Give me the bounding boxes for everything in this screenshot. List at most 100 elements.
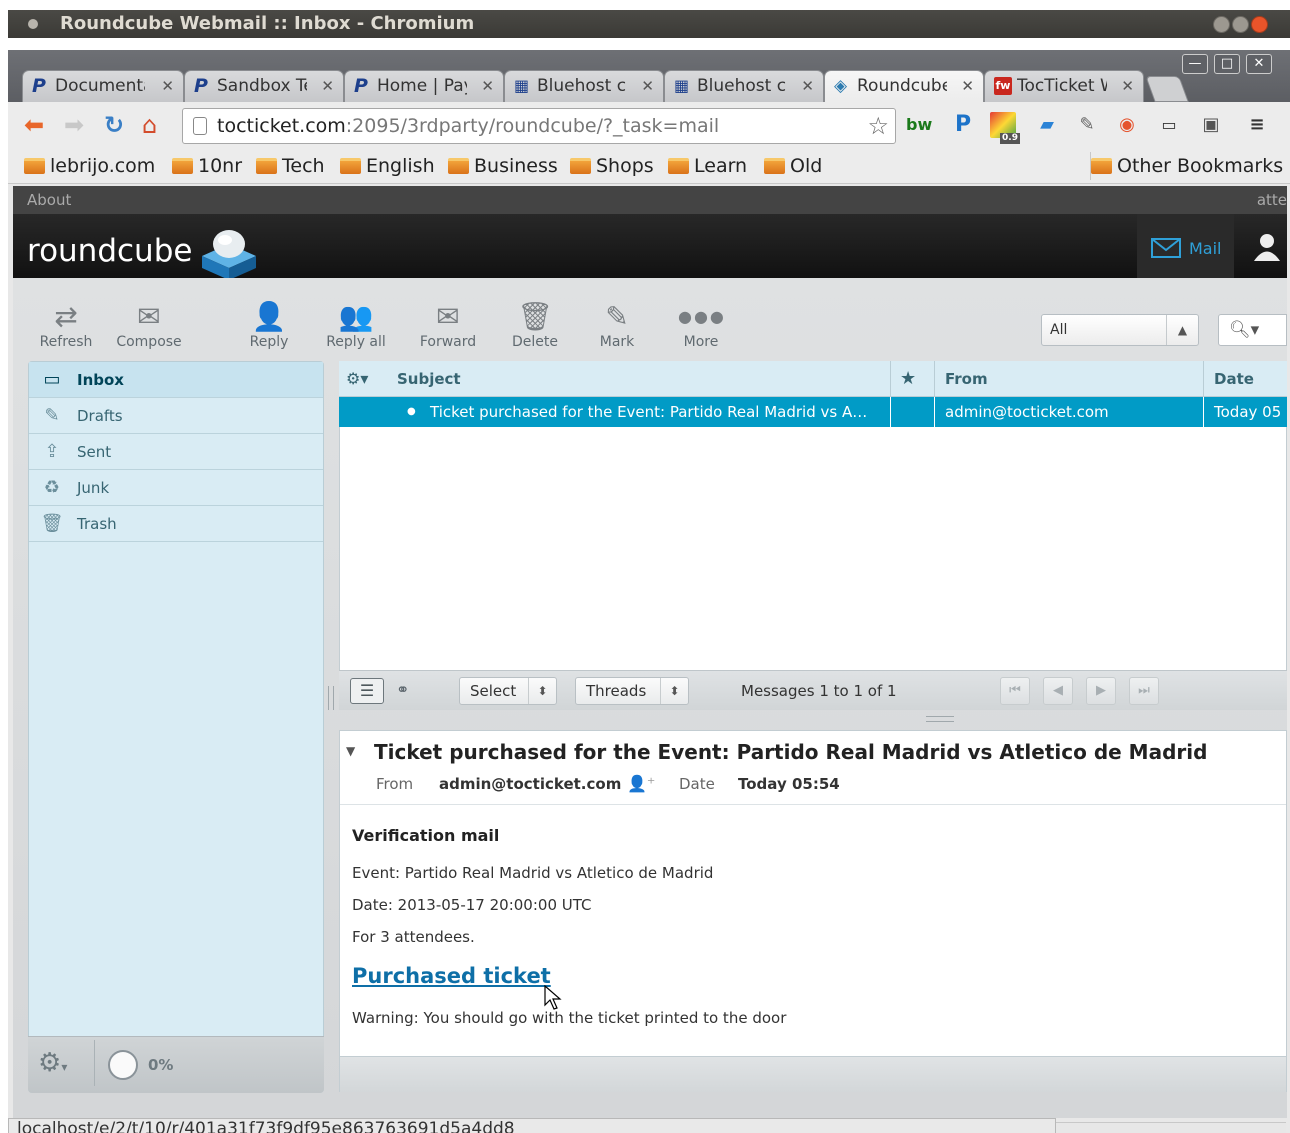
tag-extension-icon[interactable]: ▣	[1198, 112, 1224, 138]
folder-trash[interactable]: 🗑 Trash	[29, 506, 323, 542]
ruler-icon[interactable]: ▭	[1156, 112, 1182, 138]
list-view-icon[interactable]: ☰	[350, 678, 384, 704]
sent-icon: ⇪	[44, 441, 60, 462]
compose-icon: ✉	[137, 300, 161, 333]
minimize-icon[interactable]	[1213, 16, 1230, 33]
folder-drafts[interactable]: ✎ Drafts	[29, 398, 323, 434]
p-extension-icon[interactable]: P	[950, 112, 976, 138]
bookmark-star-icon[interactable]: ☆	[867, 109, 889, 143]
chrome-extension-icon[interactable]: ◉	[1114, 112, 1140, 138]
browser-tab[interactable]: ▦ Bluehost cP ✕	[504, 70, 664, 102]
folder-icon	[256, 158, 277, 174]
compose-button[interactable]: ✉ Compose	[116, 298, 182, 350]
bookmark-folder[interactable]: Tech	[256, 152, 325, 180]
trash-can-icon: 🗑	[517, 300, 553, 333]
browser-tab-active[interactable]: ◈ Roundcube ✕	[824, 70, 984, 102]
home-icon[interactable]: ⌂	[142, 112, 157, 138]
bookmark-folder[interactable]: lebrijo.com	[24, 152, 155, 180]
delete-button[interactable]: 🗑 Delete	[510, 298, 560, 350]
threads-toggle-icon[interactable]: ⚭	[396, 680, 409, 699]
colorzilla-extension-icon[interactable]: 0.9	[990, 112, 1020, 144]
mail-tab[interactable]: Mail	[1137, 214, 1234, 278]
close-tab-icon[interactable]: ✕	[961, 71, 974, 102]
bookmark-folder[interactable]: 10nr	[172, 152, 242, 180]
browser-tab[interactable]: fw TocTicket W ✕	[984, 70, 1144, 102]
close-tab-icon[interactable]: ✕	[161, 71, 174, 102]
minimize-icon[interactable]: —	[1182, 54, 1208, 74]
rc-top-bar: About atte	[13, 186, 1287, 214]
browser-tab[interactable]: PHome | PayF✕	[344, 70, 504, 102]
restore-icon[interactable]: □	[1214, 54, 1240, 74]
reply-all-button[interactable]: 👥 Reply all	[322, 298, 390, 350]
reply-button[interactable]: 👤 Reply	[244, 298, 294, 350]
message-list-header	[339, 361, 1287, 397]
more-button[interactable]: ●●● More	[678, 298, 724, 350]
browser-tab[interactable]: ▦ Bluehost cP ✕	[664, 70, 824, 102]
bookmark-folder[interactable]: Learn	[668, 152, 747, 180]
folder-junk[interactable]: ♻ Junk	[29, 470, 323, 506]
date-column-header[interactable]: Date	[1214, 361, 1254, 397]
chrome-menu-icon[interactable]: ≡	[1244, 112, 1270, 138]
last-page-icon[interactable]: ⏭	[1129, 677, 1159, 705]
bookmark-folder[interactable]: English	[340, 152, 435, 180]
back-arrow-icon[interactable]: ⬅	[24, 112, 44, 138]
ruler-extension-icon[interactable]: ▰	[1034, 112, 1060, 138]
refresh-button[interactable]: ⇄ Refresh	[38, 298, 94, 350]
inbox-icon: ▭	[43, 369, 61, 390]
close-tab-icon[interactable]: ✕	[481, 71, 494, 102]
bookmark-folder[interactable]: Old	[764, 152, 822, 180]
reload-icon[interactable]: ↻	[104, 112, 124, 138]
about-link[interactable]: About	[27, 191, 71, 209]
settings-gear-icon[interactable]: ⚙▾	[38, 1048, 67, 1078]
eyedropper-icon[interactable]: ✎	[1074, 112, 1100, 138]
purchased-ticket-link[interactable]: Purchased ticket	[352, 964, 551, 988]
collapse-header-icon[interactable]: ▼	[346, 744, 355, 758]
close-icon[interactable]: ✕	[1246, 54, 1272, 74]
threads-dropdown[interactable]: Threads ⬍	[575, 677, 689, 705]
footer-divider	[94, 1040, 95, 1086]
address-bar[interactable]: tocticket.com:2095/3rdparty/roundcube/?_…	[182, 108, 896, 144]
previous-page-icon[interactable]: ◀	[1043, 677, 1073, 705]
fw-icon: fw	[994, 77, 1012, 95]
flag-column-star-icon[interactable]: ★	[900, 361, 916, 397]
forward-button[interactable]: ✉ Forward	[418, 298, 478, 350]
close-tab-icon[interactable]: ✕	[801, 71, 814, 102]
close-window-icon[interactable]	[1251, 16, 1268, 33]
close-tab-icon[interactable]: ✕	[1121, 71, 1134, 102]
bookmark-folder[interactable]: Shops	[570, 152, 654, 180]
close-tab-icon[interactable]: ✕	[641, 71, 654, 102]
user-icon[interactable]	[1252, 232, 1282, 262]
folder-icon	[448, 158, 469, 174]
search-filter-select[interactable]: All ▲	[1041, 314, 1199, 346]
maximize-icon[interactable]	[1232, 16, 1249, 33]
horizontal-scrollbar[interactable]	[1056, 1122, 1286, 1133]
pane-resize-handle[interactable]	[328, 686, 334, 710]
add-contact-icon[interactable]: 👤⁺	[627, 773, 655, 795]
from-column-header[interactable]: From	[945, 361, 988, 397]
table-row[interactable]: ● Ticket purchased for the Event: Partid…	[339, 397, 1287, 427]
message-count: Messages 1 to 1 of 1	[741, 682, 897, 700]
browser-tab[interactable]: P Sandbox Te ✕	[184, 70, 344, 102]
list-options-gear-icon[interactable]: ⚙▾	[346, 361, 368, 397]
other-bookmarks[interactable]: Other Bookmarks	[1090, 152, 1283, 180]
roundcube-logo-text: roundcube	[27, 233, 193, 269]
topbar-user[interactable]: atte	[1257, 186, 1287, 214]
close-tab-icon[interactable]: ✕	[321, 71, 334, 102]
subject-column-header[interactable]: Subject	[397, 361, 461, 397]
window-menu-icon[interactable]	[28, 19, 38, 29]
forward-arrow-icon[interactable]: ➡	[64, 112, 84, 138]
next-page-icon[interactable]: ▶	[1086, 677, 1116, 705]
folder-sent[interactable]: ⇪ Sent	[29, 434, 323, 470]
folder-inbox[interactable]: ▭ Inbox	[29, 362, 323, 398]
bookmark-folder[interactable]: Business	[448, 152, 558, 180]
search-input[interactable]: 🔍︎▾	[1218, 314, 1287, 346]
select-dropdown[interactable]: Select ⬍	[459, 677, 557, 705]
first-page-icon[interactable]: ⏮	[1000, 677, 1030, 705]
from-address[interactable]: admin@tocticket.com	[439, 773, 621, 795]
date-label: Date	[679, 775, 715, 793]
mark-button[interactable]: ✎ Mark	[594, 298, 640, 350]
window-title: Roundcube Webmail :: Inbox - Chromium	[60, 13, 475, 34]
pane-resize-handle[interactable]	[926, 716, 954, 722]
browser-tab[interactable]: P Documenta ✕	[22, 70, 184, 102]
bw-extension-icon[interactable]: bw	[906, 112, 932, 138]
